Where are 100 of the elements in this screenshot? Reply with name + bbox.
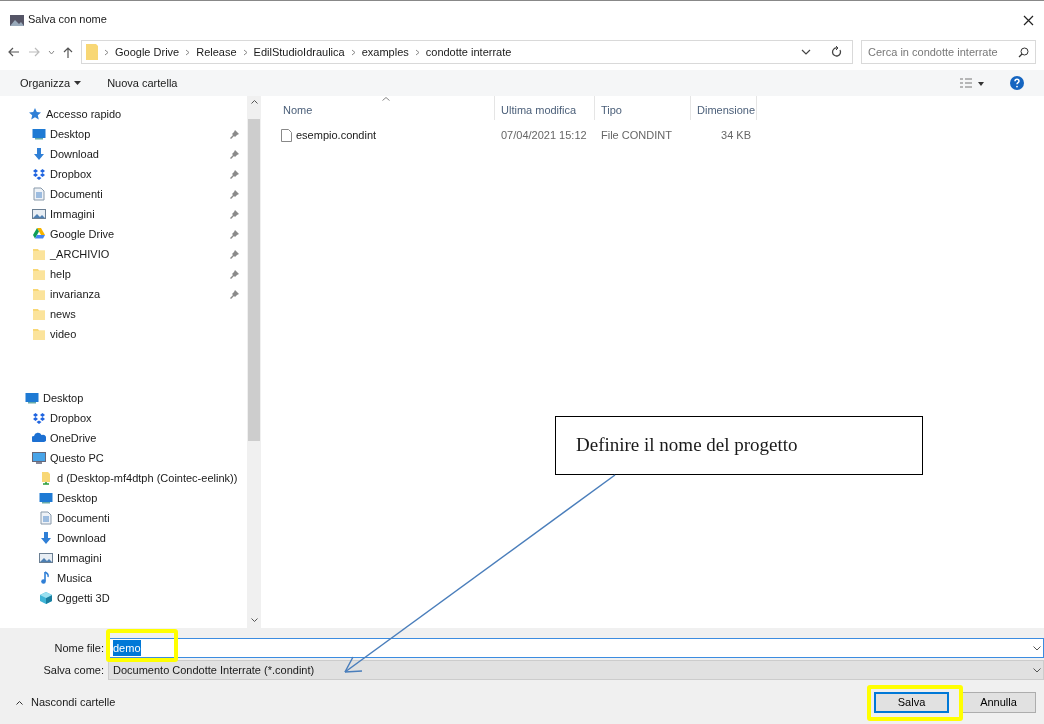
scroll-up-icon[interactable]	[250, 100, 258, 104]
field-label: Salva come:	[42, 662, 105, 678]
pin-icon	[230, 149, 239, 159]
drive-icon	[39, 471, 53, 485]
folder-icon	[86, 44, 98, 60]
table-cell-text: File CONDINT	[600, 127, 673, 143]
sidebar-item[interactable]: Documenti	[0, 508, 247, 528]
folder-icon	[32, 267, 46, 281]
folder-icon	[32, 247, 46, 261]
file-name[interactable]: esempio.condint	[296, 126, 377, 144]
dropbox-icon	[32, 167, 46, 181]
chevron-right-icon	[104, 48, 109, 56]
down-arrow-icon	[32, 147, 46, 161]
sidebar-item[interactable]: Google Drive	[0, 224, 247, 244]
help-icon[interactable]	[1010, 76, 1024, 90]
folder-icon	[32, 287, 46, 301]
breadcrumb-item[interactable]: examples	[361, 43, 409, 61]
sidebar-item[interactable]: video	[0, 324, 247, 344]
toolbar-button[interactable]: Nuova cartella	[107, 74, 178, 92]
file-type-dropdown[interactable]: Documento Condotte Interrate (*.condint)	[108, 660, 1044, 680]
folder-icon	[32, 307, 46, 321]
chevron-down-icon	[1033, 667, 1041, 673]
chevron-down-icon[interactable]	[801, 49, 811, 55]
hide-folders-toggle[interactable]: Nascondi cartelle	[16, 694, 116, 711]
pin-icon	[230, 269, 239, 279]
search-field[interactable]: Cerca in condotte interrate	[861, 40, 1036, 64]
file-icon	[281, 128, 292, 142]
scrollbar-thumb[interactable]	[248, 119, 260, 441]
pin-icon	[230, 229, 239, 239]
monitor-icon	[32, 451, 46, 465]
drive-icon	[32, 227, 46, 241]
sidebar-item[interactable]: Download	[0, 144, 247, 164]
sidebar-item[interactable]: Desktop	[0, 488, 247, 508]
dropbox-icon	[32, 411, 46, 425]
star-icon	[28, 107, 42, 121]
chevron-up-icon	[16, 700, 23, 705]
app-icon	[10, 14, 24, 26]
column-header[interactable]: Nome	[277, 96, 495, 120]
monitor-icon	[25, 391, 39, 405]
document-icon	[39, 511, 53, 525]
breadcrumb-item[interactable]: Google Drive	[115, 43, 180, 61]
sidebar-item[interactable]: OneDrive	[0, 428, 247, 448]
refresh-icon[interactable]	[831, 46, 842, 58]
breadcrumb-item[interactable]: Release	[196, 43, 237, 61]
sidebar-item[interactable]: Accesso rapido	[0, 104, 247, 124]
sidebar-item[interactable]: Questo PC	[0, 448, 247, 468]
cube-icon	[39, 591, 53, 605]
chevron-right-icon	[414, 48, 420, 56]
sidebar-item[interactable]: _ARCHIVIO	[0, 244, 247, 264]
monitor-icon	[32, 127, 46, 141]
sort-caret-icon	[381, 97, 390, 101]
up-arrow-icon[interactable]	[63, 46, 73, 58]
view-options-icon[interactable]	[960, 78, 984, 88]
chevron-down-icon	[1033, 645, 1041, 651]
sidebar-item[interactable]: Dropbox	[0, 408, 247, 428]
highlight-frame	[106, 629, 178, 662]
sidebar-item[interactable]: d (Desktop-mf4dtph (Cointec-eelink))	[0, 468, 247, 488]
back-arrow-icon[interactable]	[8, 47, 20, 57]
scroll-down-icon[interactable]	[250, 618, 258, 622]
sidebar-item[interactable]: Immagini	[0, 204, 247, 224]
close-icon[interactable]	[1023, 14, 1034, 26]
sidebar-item[interactable]: Oggetti 3D	[0, 588, 247, 608]
column-header[interactable]: Dimensione	[691, 96, 757, 120]
pin-icon	[230, 289, 239, 299]
folder-icon	[32, 327, 46, 341]
sidebar-item[interactable]: Documenti	[0, 184, 247, 204]
cancel-button[interactable]: Annulla	[961, 692, 1036, 713]
sidebar-item[interactable]: invarianza	[0, 284, 247, 304]
sidebar-item[interactable]: Dropbox	[0, 164, 247, 184]
sidebar-item[interactable]: help	[0, 264, 247, 284]
field-label: Nome file:	[53, 640, 105, 656]
sidebar-item[interactable]: Download	[0, 528, 247, 548]
breadcrumb-item[interactable]: condotte interrate	[425, 43, 512, 61]
image-icon	[39, 551, 53, 565]
sidebar-item[interactable]: Immagini	[0, 548, 247, 568]
search-icon	[1018, 46, 1029, 58]
chevron-right-icon	[242, 48, 248, 56]
sidebar-item[interactable]: news	[0, 304, 247, 324]
sidebar-item[interactable]: Musica	[0, 568, 247, 588]
column-header[interactable]: Tipo	[595, 96, 691, 120]
monitor-icon	[39, 491, 53, 505]
save-button[interactable]: Salva	[874, 692, 949, 713]
filename-field[interactable]: demo	[108, 638, 1044, 658]
sidebar-item[interactable]: Desktop	[0, 124, 247, 144]
sidebar-item[interactable]: Desktop	[0, 388, 247, 408]
window-title: Salva con nome	[28, 12, 107, 28]
caret-icon	[74, 81, 82, 85]
toolbar-button[interactable]: Organizza	[20, 74, 82, 92]
address-bar[interactable]: Google Drive Release EdilStudioIdraulica examples condotte interrate	[81, 40, 853, 64]
cloud-icon	[32, 431, 46, 445]
pin-icon	[230, 209, 239, 219]
column-header[interactable]: Ultima modifica	[495, 96, 595, 120]
pin-icon	[230, 129, 239, 139]
image-icon	[32, 207, 46, 221]
down-arrow-icon	[39, 531, 53, 545]
chevron-right-icon	[350, 48, 356, 56]
document-icon	[32, 187, 46, 201]
breadcrumb-item[interactable]: EdilStudioIdraulica	[253, 43, 345, 61]
table-cell-text: 07/04/2021 15:12	[500, 127, 588, 143]
chevron-right-icon	[185, 48, 191, 56]
